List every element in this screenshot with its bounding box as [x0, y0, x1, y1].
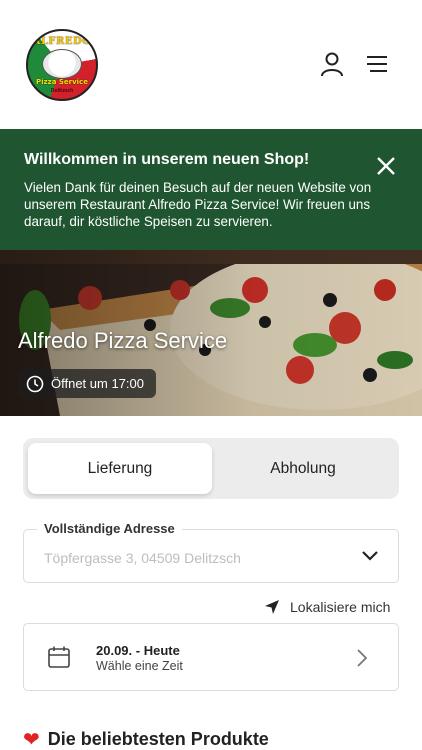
locate-me-button[interactable]: Lokalisiere mich	[264, 599, 390, 615]
chevron-down-icon[interactable]	[360, 549, 380, 568]
restaurant-name: Alfredo Pizza Service	[18, 328, 228, 353]
heart-icon: ❤	[23, 728, 40, 750]
logo-top-text: ALFREDO	[32, 36, 92, 47]
hero-image: Alfredo Pizza Service Öffnet um 17:00	[0, 250, 422, 416]
logo-emblem	[42, 49, 82, 79]
close-icon[interactable]	[374, 154, 398, 183]
header: ALFREDO Pizza Service Delitzsch	[0, 0, 422, 129]
time-subtitle: Wähle eine Zeit	[96, 659, 183, 673]
welcome-banner: Willkommen in unserem neuen Shop! Vielen…	[0, 129, 422, 250]
order-section: Lieferung Abholung Vollständige Adresse …	[0, 416, 422, 750]
time-selector[interactable]: 20.09. - Heute Wähle eine Zeit	[23, 623, 399, 691]
popular-products-title: Die beliebtesten Produkte	[47, 729, 269, 749]
calendar-icon	[47, 645, 71, 674]
chevron-right-icon[interactable]	[355, 648, 369, 673]
opening-time-text: Öffnet um 17:00	[51, 376, 144, 391]
popular-products-heading: ❤ Die beliebtesten Produkte	[23, 729, 269, 750]
opening-time-badge: Öffnet um 17:00	[18, 369, 156, 398]
menu-icon[interactable]	[363, 50, 391, 78]
delivery-tab[interactable]: Lieferung	[28, 443, 212, 494]
user-icon[interactable]	[318, 50, 346, 78]
banner-text: Vielen Dank für deinen Besuch auf der ne…	[24, 180, 372, 229]
clock-icon	[26, 375, 44, 392]
time-date: 20.09. - Heute	[96, 643, 180, 658]
address-field[interactable]: Vollständige Adresse Töpfergasse 3, 0450…	[23, 521, 399, 583]
logo-small-text: Delitzsch	[50, 88, 74, 94]
order-mode-toggle: Lieferung Abholung	[23, 438, 399, 499]
location-arrow-icon	[265, 600, 279, 614]
banner-title: Willkommen in unserem neuen Shop!	[24, 151, 310, 168]
restaurant-logo[interactable]: ALFREDO Pizza Service Delitzsch	[26, 29, 98, 101]
pickup-tab[interactable]: Abholung	[211, 443, 395, 494]
logo-bottom-text: Pizza Service	[36, 78, 88, 86]
locate-me-label: Lokalisiere mich	[290, 599, 391, 615]
address-input[interactable]: Töpfergasse 3, 04509 Delitzsch	[44, 550, 241, 566]
address-label: Vollständige Adresse	[37, 521, 182, 536]
